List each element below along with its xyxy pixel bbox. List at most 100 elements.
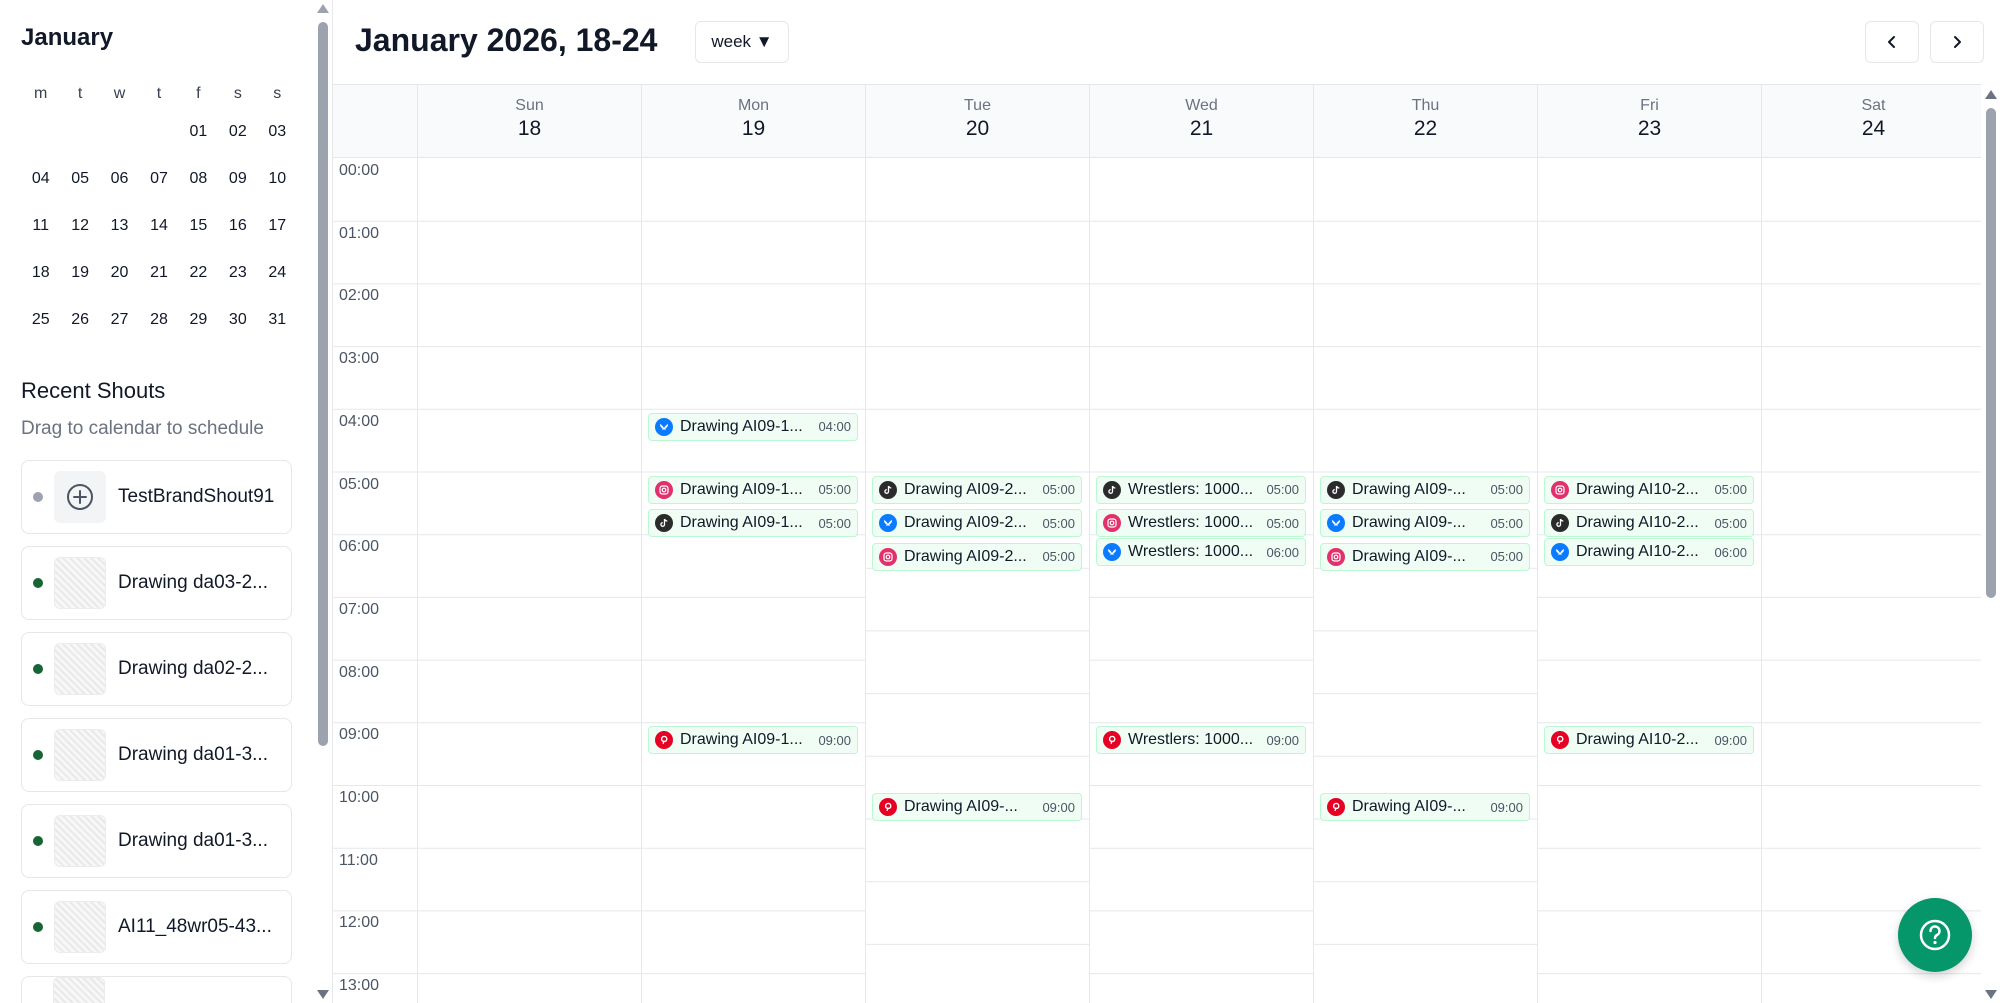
calendar-event[interactable]: Drawing AI09-... 05:00 xyxy=(1320,542,1530,571)
hour-label: 05:00 xyxy=(339,475,380,493)
mini-weekday: m xyxy=(34,85,48,102)
recent-shout-card[interactable]: Drawing da01-3... xyxy=(21,718,292,792)
mini-calendar-day[interactable]: 09 xyxy=(218,155,257,202)
mini-calendar-day[interactable]: 12 xyxy=(60,202,99,249)
mini-calendar-day[interactable]: 14 xyxy=(139,202,178,249)
day-header-sun[interactable]: Sun 18 xyxy=(417,85,641,158)
mini-weekday: s xyxy=(233,85,242,102)
day-header-fri[interactable]: Fri 23 xyxy=(1537,85,1761,158)
hour-label: 02:00 xyxy=(339,287,380,305)
mini-calendar-day[interactable]: 16 xyxy=(218,202,257,249)
mini-calendar-day[interactable]: 01 xyxy=(179,108,218,155)
mini-calendar-day[interactable]: 07 xyxy=(139,155,178,202)
chevron-right-icon xyxy=(1954,36,1961,48)
calendar-event[interactable]: Drawing AI09-1... 05:00 xyxy=(648,475,858,504)
mini-calendar-day[interactable]: 18 xyxy=(21,249,60,296)
pinterest-icon xyxy=(879,798,897,817)
bluesky-icon xyxy=(1551,543,1569,562)
day-name: Mon xyxy=(737,97,770,114)
mini-calendar-day[interactable]: 11 xyxy=(21,202,60,249)
mini-calendar-day[interactable]: 23 xyxy=(218,249,257,296)
calendar-time-grid[interactable]: 00:00 01:00 02:00 03:00 04:00 05:00 06:00 07:00… xyxy=(333,158,1981,1003)
mini-calendar-day[interactable]: 22 xyxy=(179,249,218,296)
calendar-event[interactable]: Drawing AI09-2... 05:00 xyxy=(872,509,1082,537)
mini-calendar-day[interactable]: 31 xyxy=(258,296,297,343)
calendar-scrollbar[interactable] xyxy=(1981,84,2000,1003)
calendar-event[interactable]: Wrestlers: 1000... 05:00 xyxy=(1096,509,1306,537)
recent-shout-card[interactable]: TestBrandShout91 xyxy=(21,460,292,534)
calendar-event[interactable]: Drawing AI09-... 09:00 xyxy=(1320,793,1530,822)
scroll-up-arrow-icon[interactable] xyxy=(1985,90,1997,99)
hour-label: 13:00 xyxy=(339,977,380,995)
mini-calendar-day[interactable]: 13 xyxy=(100,202,139,249)
shout-name: TestBrandShout91 xyxy=(118,486,275,507)
mini-calendar-day[interactable]: 30 xyxy=(218,296,257,343)
mini-calendar-day[interactable]: 20 xyxy=(100,249,139,296)
mini-calendar-day[interactable]: 08 xyxy=(179,155,218,202)
calendar-event[interactable]: Wrestlers: 1000... 09:00 xyxy=(1096,726,1306,755)
mini-calendar-day[interactable]: 26 xyxy=(60,296,99,343)
recent-shout-card[interactable]: AI11_48wr05-43... xyxy=(21,890,292,964)
day-header-mon[interactable]: Mon 19 xyxy=(641,85,865,158)
sidebar-scrollbar[interactable] xyxy=(314,0,332,1003)
calendar-event[interactable]: Drawing AI09-... 09:00 xyxy=(872,793,1082,822)
recent-shout-card[interactable]: Drawing da02-2... xyxy=(21,632,292,706)
calendar-event[interactable]: Drawing AI09-... 05:00 xyxy=(1320,509,1530,537)
sidebar-scroll-thumb[interactable] xyxy=(318,22,328,746)
day-name: Tue xyxy=(964,97,991,114)
event-title: Drawing AI09-1... xyxy=(680,731,803,749)
pinterest-icon xyxy=(1551,731,1569,750)
mini-calendar-day[interactable]: 17 xyxy=(258,202,297,249)
scroll-down-arrow-icon[interactable] xyxy=(317,990,329,999)
mini-calendar-day[interactable]: 04 xyxy=(21,155,60,202)
mini-calendar-day[interactable]: 25 xyxy=(21,296,60,343)
mini-calendar-day[interactable]: 19 xyxy=(60,249,99,296)
mini-calendar-day[interactable]: 27 xyxy=(100,296,139,343)
recent-shout-card[interactable]: Drawing da01-3... xyxy=(21,804,292,878)
day-name: Thu xyxy=(1411,97,1440,114)
calendar-event[interactable]: Drawing AI10-2... 09:00 xyxy=(1544,726,1754,755)
add-circle-icon xyxy=(54,471,106,523)
event-title: Wrestlers: 1000... xyxy=(1128,731,1254,749)
previous-week-button[interactable] xyxy=(1865,21,1919,63)
calendar-event[interactable]: Wrestlers: 1000... 05:00 xyxy=(1096,475,1306,504)
mini-calendar-day[interactable]: 24 xyxy=(258,249,297,296)
calendar-event[interactable]: Wrestlers: 1000... 06:00 xyxy=(1096,538,1306,567)
next-week-button[interactable] xyxy=(1930,21,1984,63)
calendar-event[interactable]: Drawing AI09-... 05:00 xyxy=(1320,475,1530,504)
day-header-tue[interactable]: Tue 20 xyxy=(865,85,1089,158)
status-dot xyxy=(33,492,43,502)
scroll-down-arrow-icon[interactable] xyxy=(1985,990,1997,999)
calendar-event[interactable]: Drawing AI10-2... 06:00 xyxy=(1544,538,1754,567)
app-root: January mtwtfss ....01020304050607080910… xyxy=(0,0,2000,1003)
mini-calendar-day[interactable]: 02 xyxy=(218,108,257,155)
mini-calendar-day[interactable]: 28 xyxy=(139,296,178,343)
mini-calendar-day[interactable]: 06 xyxy=(100,155,139,202)
calendar-event[interactable]: Drawing AI10-2... 05:00 xyxy=(1544,509,1754,537)
mini-calendar-day[interactable]: 15 xyxy=(179,202,218,249)
mini-calendar-day[interactable]: 29 xyxy=(179,296,218,343)
calendar-scroll-thumb[interactable] xyxy=(1986,108,1996,598)
calendar-event[interactable]: Drawing AI10-2... 05:00 xyxy=(1544,475,1754,504)
calendar-event[interactable]: Drawing AI09-1... 05:00 xyxy=(648,509,858,537)
day-header-thu[interactable]: Thu 22 xyxy=(1313,85,1537,158)
view-mode-select[interactable]: week ▼ xyxy=(695,21,789,63)
calendar-event[interactable]: Drawing AI09-2... 05:00 xyxy=(872,542,1082,571)
mini-calendar-day[interactable]: 05 xyxy=(60,155,99,202)
help-button[interactable] xyxy=(1898,898,1972,972)
scroll-up-arrow-icon[interactable] xyxy=(317,4,329,13)
mini-calendar-day[interactable]: 21 xyxy=(139,249,178,296)
calendar-event[interactable]: Drawing AI09-2... 05:00 xyxy=(872,475,1082,504)
day-name: Sat xyxy=(1861,97,1886,114)
recent-shout-card[interactable]: Drawing da03-2... xyxy=(21,546,292,620)
day-header-sat[interactable]: Sat 24 xyxy=(1761,85,1981,158)
hour-label: 06:00 xyxy=(339,538,380,556)
mini-calendar-day[interactable]: 03 xyxy=(258,108,297,155)
calendar-event[interactable]: Drawing AI09-1... 04:00 xyxy=(648,412,858,441)
calendar-event[interactable]: Drawing AI09-1... 09:00 xyxy=(648,726,858,755)
mini-calendar-day[interactable]: 10 xyxy=(258,155,297,202)
event-time: 05:00 xyxy=(818,482,851,497)
day-header-wed[interactable]: Wed 21 xyxy=(1089,85,1313,158)
recent-shout-card[interactable] xyxy=(21,976,292,1003)
shout-name: Drawing da01-3... xyxy=(118,830,268,851)
